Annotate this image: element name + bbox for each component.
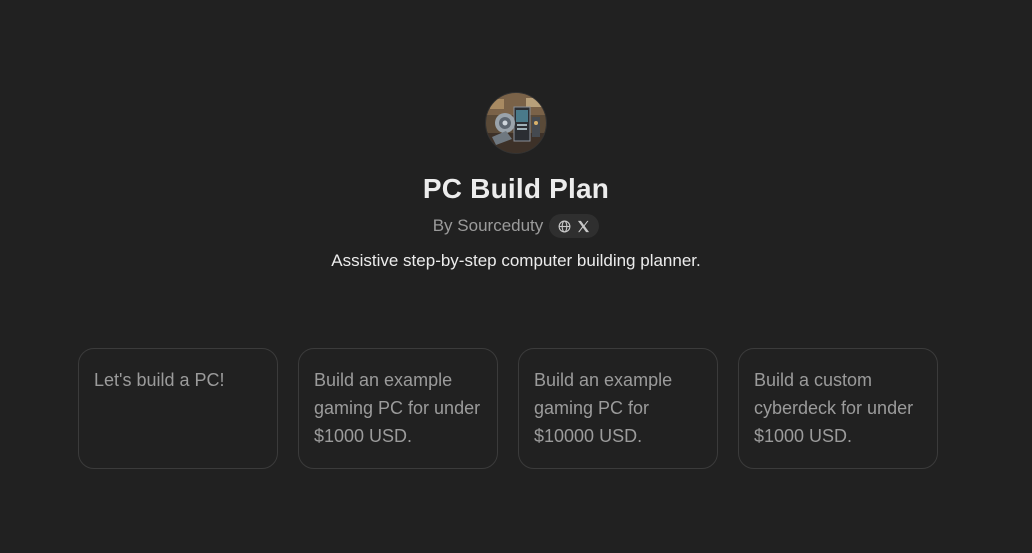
- gpt-landing-page: PC Build Plan By Sourceduty Assistive st…: [0, 0, 1032, 553]
- author-name: By Sourceduty: [432, 216, 544, 235]
- author-byline: By Sourceduty: [433, 214, 600, 238]
- pc-build-avatar-icon: [486, 93, 546, 153]
- globe-icon[interactable]: [558, 220, 571, 233]
- starter-cyberdeck-under-1000[interactable]: Build a custom cyberdeck for under $1000…: [738, 348, 938, 469]
- gpt-description: Assistive step-by-step computer building…: [331, 251, 701, 270]
- gpt-title: PC Build Plan: [422, 173, 610, 204]
- starter-lets-build-a-pc[interactable]: Let's build a PC!: [78, 348, 278, 469]
- conversation-starters: Let's build a PC! Build an example gamin…: [78, 348, 938, 469]
- starter-gaming-pc-under-1000[interactable]: Build an example gaming PC for under $10…: [298, 348, 498, 469]
- x-logo-icon[interactable]: [577, 220, 590, 233]
- author-links-badge: [549, 214, 600, 238]
- gpt-header: PC Build Plan By Sourceduty Assistive st…: [0, 93, 1032, 273]
- starter-gaming-pc-10000[interactable]: Build an example gaming PC for $10000 US…: [518, 348, 718, 469]
